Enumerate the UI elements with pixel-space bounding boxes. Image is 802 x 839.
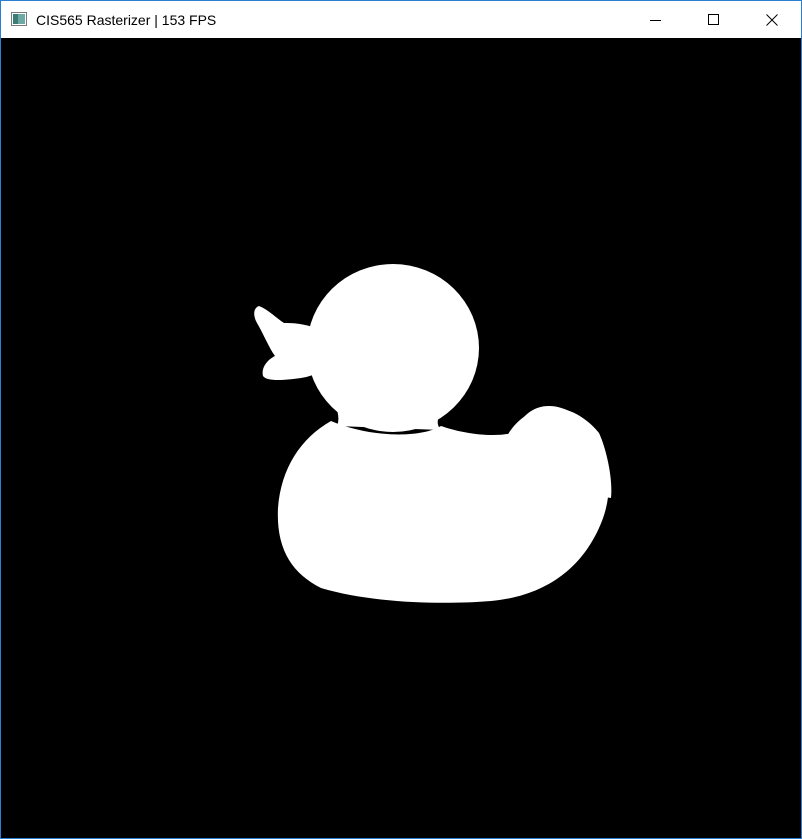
minimize-button[interactable]	[627, 1, 685, 38]
title-bar[interactable]: CIS565 Rasterizer | 153 FPS	[1, 1, 801, 38]
close-button[interactable]	[743, 1, 801, 38]
minimize-icon	[650, 19, 661, 21]
maximize-icon	[708, 13, 719, 25]
app-window: CIS565 Rasterizer | 153 FPS	[0, 0, 802, 839]
rubber-duck-silhouette	[254, 264, 612, 603]
maximize-button[interactable]	[685, 1, 743, 38]
close-icon	[766, 13, 778, 26]
render-viewport[interactable]	[1, 38, 801, 838]
application-window-icon[interactable]	[11, 12, 27, 26]
window-title: CIS565 Rasterizer | 153 FPS	[36, 12, 217, 28]
render-canvas	[254, 264, 612, 603]
